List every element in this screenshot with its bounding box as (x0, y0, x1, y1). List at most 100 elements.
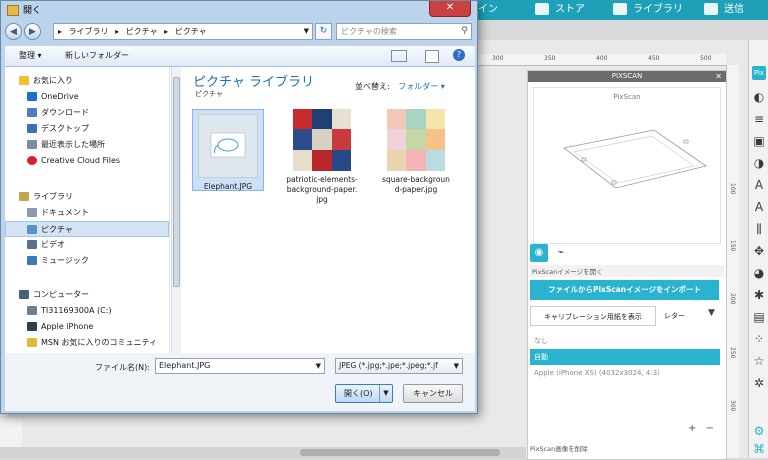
back-button[interactable]: ◀ (5, 23, 22, 40)
dialog-body: お気に入り OneDrive ダウンロード デスクトップ 最近表示した場所 Cr… (5, 67, 475, 353)
line-style-icon[interactable]: ≡ (752, 112, 766, 126)
trace-icon[interactable]: ✲ (752, 376, 766, 390)
folder-icon (7, 5, 19, 16)
camera-option[interactable]: 自動 (530, 349, 720, 365)
horizontal-ruler: 300 350 400 450 500 (476, 54, 726, 66)
image-effects-icon[interactable]: ▣ (752, 134, 766, 148)
file-name: square-background-paper.jpg (382, 175, 450, 194)
scrollbar-thumb[interactable] (173, 77, 180, 287)
square-paper-image (387, 109, 445, 171)
scrollbar-thumb[interactable] (300, 449, 500, 456)
nav-item-apple-iphone[interactable]: Apple iPhone (5, 319, 191, 335)
sketch-icon[interactable]: ⁘ (752, 332, 766, 346)
breadcrumb-item[interactable]: ライブラリ (69, 27, 109, 36)
align-icon[interactable]: ⫼ (752, 222, 766, 236)
nav-item-downloads[interactable]: ダウンロード (5, 105, 191, 121)
breadcrumb-item[interactable]: ピクチャ (175, 27, 207, 36)
share-icon[interactable]: ⌘ (752, 442, 766, 456)
file-item[interactable]: Elephant.JPG (192, 109, 264, 191)
open-file-dialog: 開く ✕ ◀ ▶ ▸ ライブラリ ▸ ピクチャ ▸ ピクチャ ▼ ↻ ピクチャの… (0, 0, 478, 414)
cancel-button[interactable]: キャンセル (403, 384, 463, 403)
nav-item-creative-cloud[interactable]: Creative Cloud Files (5, 153, 191, 169)
star-shape-icon[interactable]: ✱ (752, 288, 766, 302)
transform-icon[interactable]: ✥ (752, 244, 766, 258)
forward-button[interactable]: ▶ (24, 23, 41, 40)
tab-library[interactable]: ライブラリ (613, 0, 683, 20)
arrange-label: 並べ替え: (355, 82, 390, 91)
nav-item-documents[interactable]: ドキュメント (5, 205, 191, 221)
dialog-toolbar: 整理 ▾ 新しいフォルダー ? (5, 45, 475, 67)
horizontal-scrollbar[interactable] (0, 447, 526, 458)
calibration-row: キャリブレーション用紙を表示 レター ▼ (530, 306, 720, 326)
ruler-tick: 150 (729, 240, 736, 252)
file-name: patriotic-elements-background-paper.jpg (286, 175, 358, 204)
ruler-tick: 400 (596, 55, 608, 62)
text-style-icon[interactable]: A (752, 200, 766, 214)
arrange-dropdown[interactable]: フォルダー ▾ (398, 82, 445, 91)
filename-input[interactable]: Elephant.JPG ▼ (155, 358, 325, 374)
search-input[interactable]: ピクチャの検索 ⚲ (336, 23, 472, 40)
tab-label: ストア (555, 4, 585, 15)
tab-send[interactable]: 送信 (704, 0, 744, 20)
contrast-icon[interactable]: ◑ (752, 156, 766, 170)
nav-item-desktop[interactable]: デスクトップ (5, 121, 191, 137)
nav-item-computer[interactable]: コンピューター (5, 287, 183, 303)
nav-item-music[interactable]: ミュージック (5, 253, 191, 269)
open-button[interactable]: 開く(O) ▼ (335, 384, 393, 403)
address-bar[interactable]: ▸ ライブラリ ▸ ピクチャ ▸ ピクチャ ▼ (53, 23, 313, 40)
organize-button[interactable]: 整理 ▾ (19, 50, 42, 61)
pixscan-icon[interactable]: Pix (752, 66, 766, 80)
paper-size-select[interactable]: レター (664, 308, 685, 324)
text-icon[interactable]: A (752, 178, 766, 192)
chevron-down-icon[interactable]: ▼ (708, 308, 715, 318)
camera-icon[interactable]: ◉ (530, 244, 548, 262)
camera-option[interactable]: なし (530, 333, 720, 349)
close-button[interactable]: ✕ (429, 1, 471, 17)
file-item[interactable]: square-background-paper.jpg (380, 109, 452, 195)
close-icon[interactable]: ✕ (715, 71, 722, 82)
tab-label: イン (478, 4, 498, 15)
refresh-button[interactable]: ↻ (315, 23, 332, 40)
file-item[interactable]: patriotic-elements-background-paper.jpg (286, 109, 358, 205)
nav-item-pictures[interactable]: ピクチャ (5, 221, 169, 237)
nav-item-onedrive[interactable]: OneDrive (5, 89, 191, 105)
search-icon[interactable]: ⚲ (461, 24, 468, 39)
navigation-pane: お気に入り OneDrive ダウンロード デスクトップ 最近表示した場所 Cr… (5, 67, 170, 353)
tab-design[interactable]: イン (478, 0, 498, 20)
offset-icon[interactable]: ▤ (752, 310, 766, 324)
tab-store[interactable]: ストア (535, 0, 585, 20)
tab-label: ライブラリ (633, 4, 683, 15)
nav-label: ドキュメント (41, 208, 89, 217)
breadcrumb-item[interactable]: ピクチャ (126, 27, 158, 36)
nav-item-videos[interactable]: ビデオ (5, 237, 191, 253)
view-icon[interactable] (391, 50, 407, 62)
scanner-icon[interactable]: ⌁ (552, 244, 570, 262)
shapes-icon[interactable]: ◕ (752, 266, 766, 280)
import-pixscan-button[interactable]: ファイルからPixScanイメージをインポート (530, 280, 719, 300)
nav-item-favorites[interactable]: お気に入り (5, 73, 183, 89)
nav-label: Creative Cloud Files (41, 156, 121, 165)
show-calibration-button[interactable]: キャリブレーション用紙を表示 (530, 306, 656, 326)
settings-icon[interactable]: ⚙ (752, 424, 766, 438)
chevron-down-icon[interactable]: ▼ (316, 359, 321, 373)
nav-item-msn[interactable]: MSN お気に入りのコミュニティ (5, 335, 191, 351)
file-thumbnail (198, 114, 258, 178)
camera-option[interactable]: Apple (iPhone XS) (4032x3024, 4:3) (530, 365, 720, 381)
preview-pane-icon[interactable] (425, 50, 439, 63)
add-camera-button[interactable]: + (688, 423, 696, 434)
chevron-down-icon[interactable]: ▼ (453, 359, 459, 373)
chevron-down-icon[interactable]: ▼ (304, 24, 309, 39)
ruler-tick: 500 (700, 55, 712, 62)
fill-icon[interactable]: ◐ (752, 90, 766, 104)
pixscan-header: PIXSCAN ✕ (528, 71, 726, 82)
remove-camera-button[interactable]: − (706, 423, 714, 434)
chevron-down-icon[interactable]: ▼ (379, 385, 392, 402)
nav-item-libraries[interactable]: ライブラリ (5, 189, 183, 205)
favorites-icon[interactable]: ☆ (752, 354, 766, 368)
nav-scrollbar[interactable] (171, 67, 181, 353)
new-folder-button[interactable]: 新しいフォルダー (65, 50, 129, 61)
help-icon[interactable]: ? (453, 49, 465, 61)
filetype-select[interactable]: JPEG (*.jpg;*.jpe;*.jpeg;*.jf ▼ (335, 358, 463, 374)
nav-item-recent-places[interactable]: 最近表示した場所 (5, 137, 191, 153)
nav-item-drive-c[interactable]: TI31169300A (C:) (5, 303, 191, 319)
